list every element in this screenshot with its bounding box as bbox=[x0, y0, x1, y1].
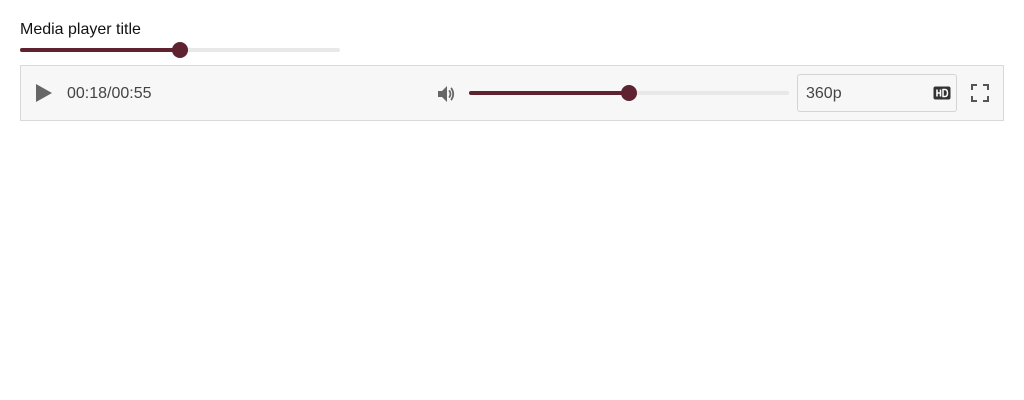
current-time: 00:18 bbox=[67, 85, 108, 102]
fullscreen-button[interactable] bbox=[971, 84, 989, 102]
media-player-title: Media player title bbox=[20, 21, 141, 38]
fullscreen-icon bbox=[971, 84, 989, 102]
quality-value: 360p bbox=[806, 85, 842, 102]
seek-thumb[interactable] bbox=[172, 42, 188, 58]
time-display: 00:18/00:55 bbox=[67, 84, 152, 103]
player-control-bar: 00:18/00:55 360p bbox=[20, 65, 1004, 121]
play-icon bbox=[36, 84, 52, 102]
quality-select[interactable]: 360p bbox=[797, 74, 957, 112]
play-button[interactable] bbox=[33, 82, 55, 104]
volume-slider[interactable] bbox=[469, 83, 789, 103]
hd-icon bbox=[933, 86, 951, 100]
volume-thumb[interactable] bbox=[621, 85, 637, 101]
seek-progress bbox=[20, 48, 180, 52]
volume-button[interactable] bbox=[435, 83, 457, 105]
volume-level bbox=[469, 91, 629, 95]
duration: 00:55 bbox=[111, 85, 152, 102]
volume-icon bbox=[438, 86, 455, 102]
seek-slider[interactable] bbox=[20, 40, 340, 60]
